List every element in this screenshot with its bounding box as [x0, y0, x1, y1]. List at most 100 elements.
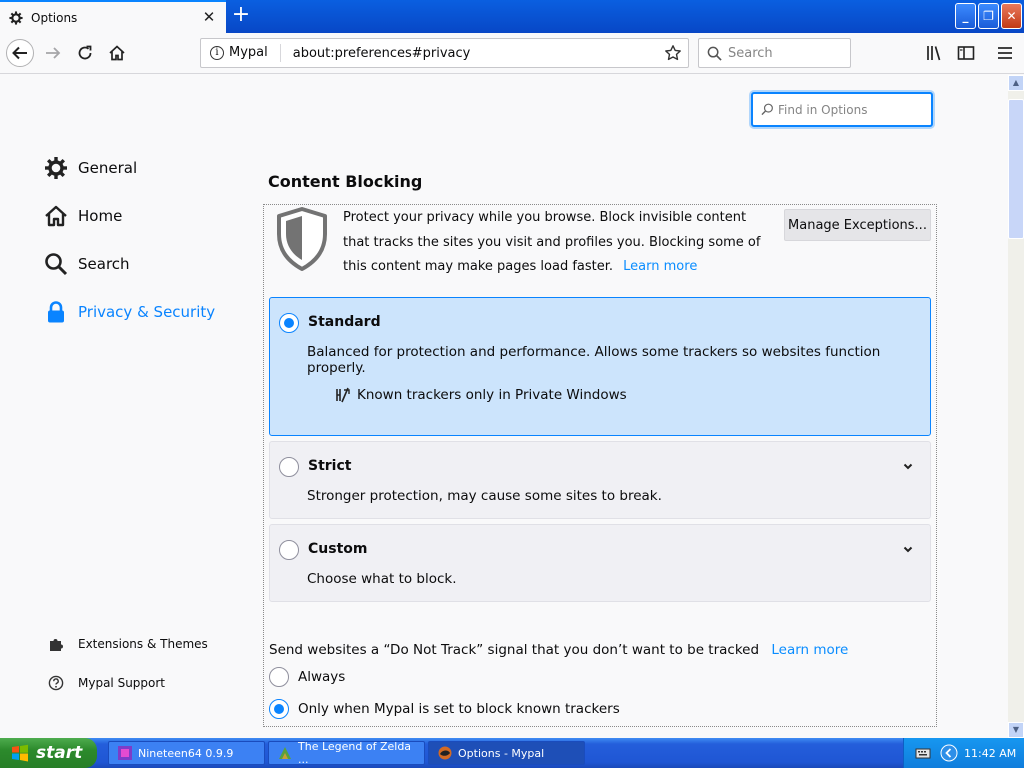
gear-icon — [9, 10, 23, 25]
find-search-icon — [761, 103, 773, 116]
category-general[interactable]: General — [44, 156, 137, 180]
option-standard[interactable]: Standard Balanced for protection and per… — [269, 297, 931, 436]
content-blocking-box: Protect your privacy while you browse. B… — [263, 204, 937, 727]
home-icon — [109, 45, 125, 61]
dnt-option-always[interactable]: Always — [269, 667, 345, 687]
dnt-option-only-when-blocking[interactable]: Only when Mypal is set to block known tr… — [269, 699, 620, 719]
sidebar-icon — [957, 46, 975, 60]
category-label: General — [78, 159, 138, 177]
minimize-button[interactable]: _ — [955, 3, 976, 29]
extensions-themes-label: Extensions & Themes — [78, 637, 208, 651]
strict-radio[interactable] — [279, 457, 299, 477]
tracker-detail-label: Known trackers only in Private Windows — [357, 387, 627, 403]
tray-arrow-icon[interactable] — [940, 744, 958, 762]
taskbar: start Nineteen64 0.9.9 The Legend of Zel… — [0, 738, 1024, 768]
learn-more-link[interactable]: Learn more — [623, 259, 697, 274]
tracker-detail: Known trackers only in Private Windows — [336, 387, 627, 403]
taskbar-item-label: The Legend of Zelda ... — [298, 740, 412, 766]
windows-flag-icon — [12, 744, 28, 762]
category-home[interactable]: Home — [44, 204, 122, 228]
game-icon — [279, 747, 291, 759]
extensions-themes-link[interactable]: Extensions & Themes — [48, 636, 208, 652]
option-custom-title: Custom — [308, 541, 368, 557]
back-arrow-icon — [6, 39, 34, 67]
preferences-page: General Home Search Privacy & Security E… — [0, 75, 1008, 738]
content-blocking-description: Protect your privacy while you browse. B… — [343, 206, 763, 280]
option-standard-title: Standard — [308, 314, 381, 330]
section-title-content-blocking: Content Blocking — [268, 172, 423, 191]
dnt-option-label: Only when Mypal is set to block known tr… — [298, 701, 620, 717]
identity-label[interactable]: Mypal — [229, 44, 281, 62]
tab-close-icon[interactable]: ✕ — [201, 9, 217, 25]
category-label: Home — [78, 207, 123, 225]
taskbar-item-nineteen64[interactable]: Nineteen64 0.9.9 — [108, 741, 265, 765]
system-tray: 11:42 AM — [903, 738, 1024, 768]
description-text: Protect your privacy while you browse. B… — [343, 210, 761, 274]
url-bar[interactable]: i Mypal about:preferences#privacy — [200, 38, 689, 68]
vertical-scrollbar[interactable]: ▲ ▼ — [1008, 75, 1024, 738]
taskbar-item-options-mypal[interactable]: Options - Mypal — [428, 741, 585, 765]
lock-icon — [48, 301, 64, 323]
magnifier-icon — [45, 253, 68, 276]
mypal-support-link[interactable]: Mypal Support — [48, 675, 165, 691]
library-button[interactable] — [920, 38, 950, 68]
close-window-button[interactable]: ✕ — [1001, 3, 1022, 29]
option-standard-description: Balanced for protection and performance.… — [307, 344, 881, 376]
reload-icon — [78, 45, 92, 60]
navigation-toolbar: i Mypal about:preferences#privacy — [0, 33, 1024, 74]
category-search[interactable]: Search — [44, 252, 130, 276]
do-not-track-row: Send websites a “Do Not Track” signal th… — [269, 642, 848, 658]
new-tab-button[interactable]: + — [229, 4, 253, 28]
hamburger-menu-icon — [998, 47, 1012, 59]
scroll-down-arrow-icon[interactable]: ▼ — [1008, 722, 1024, 738]
site-info-icon[interactable]: i — [210, 46, 224, 60]
category-label: Search — [78, 255, 130, 273]
custom-radio[interactable] — [279, 540, 299, 560]
bookmark-star-icon[interactable] — [664, 44, 682, 62]
keyboard-icon[interactable] — [915, 747, 931, 759]
search-input[interactable] — [728, 45, 838, 61]
menu-button[interactable] — [990, 38, 1020, 68]
manage-exceptions-button[interactable]: Manage Exceptions... — [784, 209, 931, 241]
restore-button[interactable]: ❐ — [978, 3, 999, 29]
find-in-options-box[interactable] — [751, 92, 933, 127]
always-radio[interactable] — [269, 667, 289, 687]
option-custom[interactable]: Custom Choose what to block. — [269, 524, 931, 602]
option-strict-description: Stronger protection, may cause some site… — [307, 488, 662, 504]
sidebar-toggle-button[interactable] — [951, 38, 981, 68]
gear-icon — [45, 157, 67, 179]
search-icon — [707, 46, 722, 61]
tab-options[interactable]: Options ✕ — [0, 0, 226, 33]
dnt-option-label: Always — [298, 669, 346, 685]
tab-strip: Options ✕ + _ ❐ ✕ — [0, 0, 1024, 33]
chevron-down-icon[interactable] — [902, 460, 914, 472]
window-controls: _ ❐ ✕ — [955, 3, 1022, 29]
taskbar-item-label: Nineteen64 0.9.9 — [138, 746, 234, 760]
url-text[interactable]: about:preferences#privacy — [293, 46, 471, 61]
taskbar-item-zelda[interactable]: The Legend of Zelda ... — [268, 740, 425, 766]
puzzle-icon — [50, 639, 63, 651]
shield-icon — [277, 207, 327, 271]
start-button[interactable]: start — [0, 738, 97, 768]
scroll-up-arrow-icon[interactable]: ▲ — [1008, 75, 1024, 91]
tracker-icon — [336, 387, 350, 403]
do-not-track-label: Send websites a “Do Not Track” signal th… — [269, 642, 760, 658]
option-strict[interactable]: Strict Stronger protection, may cause so… — [269, 441, 931, 519]
home-button[interactable] — [102, 38, 132, 68]
scroll-thumb[interactable] — [1008, 99, 1024, 239]
clock: 11:42 AM — [964, 746, 1017, 760]
chevron-down-icon[interactable] — [902, 543, 914, 555]
app-icon — [118, 746, 132, 760]
find-in-options-input[interactable] — [778, 102, 928, 117]
standard-radio[interactable] — [279, 313, 299, 333]
dnt-learn-more-link[interactable]: Learn more — [771, 642, 848, 658]
search-bar[interactable] — [698, 38, 851, 68]
only-when-radio[interactable] — [269, 699, 289, 719]
category-label: Privacy & Security — [78, 303, 216, 321]
forward-button[interactable] — [38, 38, 68, 68]
help-icon — [48, 675, 64, 691]
reload-button[interactable] — [70, 38, 100, 68]
back-button[interactable] — [5, 38, 35, 68]
tab-title: Options — [31, 10, 78, 25]
category-privacy-security[interactable]: Privacy & Security — [44, 300, 215, 324]
